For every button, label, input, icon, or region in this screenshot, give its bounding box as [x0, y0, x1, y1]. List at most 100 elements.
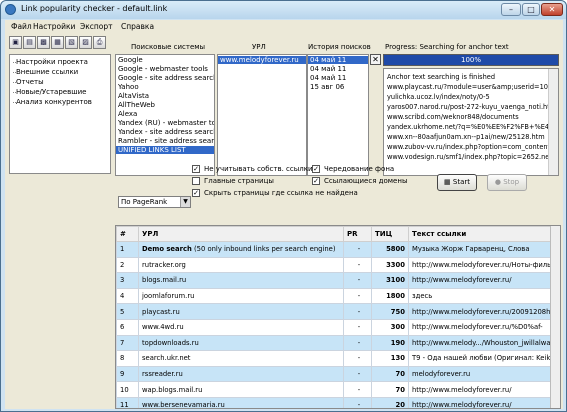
table-row[interactable]: 3 blogs.mail.ru -3100 http://www.melodyfore… — [116, 272, 553, 289]
tree-item-reports[interactable]: Отчеты — [13, 78, 44, 86]
cell-number: 9 — [116, 365, 139, 383]
open-icon[interactable]: ▤ — [23, 36, 36, 49]
title-bar[interactable]: Link popularity checker - default.link –… — [1, 1, 566, 19]
list-item[interactable]: Yahoo — [118, 83, 139, 91]
import-icon[interactable]: ▧ — [65, 36, 78, 49]
app-window: Link popularity checker - default.link –… — [0, 0, 567, 412]
table-row[interactable]: 8 search.ukr.net -130 T9 - Ода нашей любви … — [116, 350, 553, 367]
sort-value: По PageRank — [121, 198, 168, 206]
alternate-bg-checkbox[interactable]: ✓ — [312, 165, 320, 173]
history-item[interactable]: 15 авг 06 — [310, 83, 344, 91]
table-row[interactable]: 7 topdownloads.ru -190 http://www.melody...… — [116, 334, 553, 352]
list-item[interactable]: AltaVista — [118, 92, 149, 100]
history-item[interactable]: 04 май 11 — [310, 65, 346, 73]
alternate-bg-label: Чередование фона — [324, 165, 395, 173]
cell-tic: 1800 — [371, 287, 409, 305]
list-item[interactable]: Google - site address search — [118, 74, 214, 82]
tree-item-project-settings[interactable]: Настройки проекта — [13, 58, 88, 66]
list-item-selected[interactable]: UNIFIED LINKS LIST — [116, 146, 214, 154]
table-row[interactable]: 6 www.4wd.ru -300 http://www.melodyforever.… — [116, 318, 553, 336]
cell-tic: 130 — [371, 350, 409, 367]
chevron-down-icon[interactable]: ▼ — [180, 197, 190, 207]
cell-url: www.bersenevamaria.ru — [138, 396, 344, 408]
cell-url: rutracker.org — [138, 256, 344, 274]
results-table[interactable]: # УРЛ PR ТИЦ Текст ссылки 1 Demo search (… — [115, 225, 561, 409]
table-row[interactable]: 5 playcast.ru -750 http://www.melodyforever… — [116, 303, 553, 320]
list-item[interactable]: AllTheWeb — [118, 101, 155, 109]
cell-anchor-text: T9 - Ода нашей любви (Оригинал: Keiko — [408, 350, 553, 367]
cell-pr: - — [343, 303, 372, 320]
hide-not-found-checkbox[interactable]: ✓ — [192, 189, 200, 197]
table-row[interactable]: 11 www.bersenevamaria.ru -20 http://www.mel… — [116, 396, 553, 408]
list-item[interactable]: Yandex - site address search — [118, 128, 214, 136]
table-row[interactable]: 2 rutracker.org -3300 http://www.melodyfore… — [116, 256, 553, 274]
list-item[interactable]: Alexa — [118, 110, 137, 118]
search-engines-label: Поисковые системы — [131, 43, 206, 51]
url-list[interactable]: www.melodyforever.ru — [217, 54, 307, 176]
stop-button[interactable]: ● Stop — [487, 174, 527, 191]
tree-item-external-links[interactable]: Внешние ссылки — [12, 68, 78, 76]
minimize-button[interactable]: – — [501, 3, 521, 16]
table-row[interactable]: 9 rssreader.ru -70 melodyforever.ru — [116, 365, 553, 383]
tree-item-new-old[interactable]: Новые/Устаревшие — [12, 88, 86, 96]
cell-url: topdownloads.ru — [138, 334, 344, 352]
table-scrollbar[interactable] — [550, 226, 560, 408]
cell-url-text: joomlaforum.ru — [142, 292, 195, 301]
cell-pr: - — [343, 318, 372, 336]
cell-anchor-text: http://www.melodyforever.ru/ — [408, 272, 553, 289]
project-tree: Настройки проекта Внешние ссылки Отчеты … — [9, 54, 111, 174]
export-icon[interactable]: ▨ — [79, 36, 92, 49]
history-item[interactable]: 04 май 11 — [310, 74, 346, 82]
maximize-button[interactable]: □ — [522, 3, 540, 16]
col-anchor-text[interactable]: Текст ссылки — [408, 226, 553, 242]
log-box[interactable]: Anchor text searching is finished www.pl… — [383, 68, 559, 176]
table-row[interactable]: 1 Demo search (50 only inbound links per … — [116, 241, 553, 258]
cell-url: playcast.ru — [138, 303, 344, 320]
menu-settings[interactable]: Настройки — [33, 22, 75, 31]
main-pages-checkbox[interactable] — [192, 177, 200, 185]
list-item[interactable]: Rambler - site address search — [118, 137, 214, 145]
log-scrollbar[interactable] — [548, 69, 558, 175]
cell-url-text: playcast.ru — [142, 307, 180, 316]
cell-url-note: (50 only inbound links per search engine… — [191, 245, 336, 254]
cell-pr: - — [343, 334, 372, 352]
col-number[interactable]: # — [116, 226, 139, 242]
history-item-selected[interactable]: 04 май 11 — [308, 56, 368, 64]
cell-anchor-text: http://www.melodyforever.ru/ — [408, 381, 553, 398]
col-url[interactable]: УРЛ — [138, 226, 344, 242]
cell-tic: 300 — [371, 318, 409, 336]
cell-url-text: rssreader.ru — [142, 370, 183, 379]
save-icon[interactable]: ▩ — [37, 36, 50, 49]
url-item-selected[interactable]: www.melodyforever.ru — [218, 56, 306, 64]
table-row[interactable]: 4 joomlaforum.ru -1800 здесь — [116, 287, 553, 305]
start-label: Start — [452, 178, 470, 186]
cell-url: search.ukr.net — [138, 350, 344, 367]
tree-item-competitors[interactable]: Анализ конкурентов — [13, 98, 92, 106]
list-item[interactable]: Google — [118, 56, 143, 64]
search-engines-list[interactable]: Google Google - webmaster tools Google -… — [115, 54, 215, 176]
cell-number: 3 — [116, 272, 139, 289]
linking-domains-checkbox[interactable]: ✓ — [312, 177, 320, 185]
col-tic[interactable]: ТИЦ — [371, 226, 409, 242]
log-line: www.vodesign.ru/smf1/index.php?topic=265… — [387, 153, 555, 161]
menu-help[interactable]: Справка — [121, 22, 154, 31]
cell-url-text: blogs.mail.ru — [142, 276, 187, 285]
col-pr[interactable]: PR — [343, 226, 372, 242]
print-icon[interactable]: ⎙ — [93, 36, 106, 49]
cell-number: 4 — [116, 287, 139, 305]
app-icon — [5, 4, 16, 15]
list-item[interactable]: Yandex (RU) - webmaster tools — [118, 119, 214, 127]
sort-select[interactable]: По PageRank ▼ — [118, 196, 191, 208]
close-button[interactable]: ✕ — [541, 3, 563, 16]
menu-export[interactable]: Экспорт — [80, 22, 113, 31]
start-button[interactable]: ▦ Start — [437, 174, 477, 191]
menu-file[interactable]: Файл — [11, 22, 32, 31]
exclude-own-links-checkbox[interactable]: ✓ — [192, 165, 200, 173]
new-icon[interactable]: ▣ — [9, 36, 22, 49]
save-as-icon[interactable]: ▦ — [51, 36, 64, 49]
progress-bar: 100% — [383, 54, 559, 66]
list-item[interactable]: Google - webmaster tools — [118, 65, 208, 73]
history-list[interactable]: 04 май 11 04 май 11 04 май 11 15 авг 06 — [307, 54, 369, 176]
table-row[interactable]: 10 wap.blogs.mail.ru -70 http://www.melodyf… — [116, 381, 553, 398]
clear-history-button[interactable]: ✕ — [370, 54, 381, 65]
